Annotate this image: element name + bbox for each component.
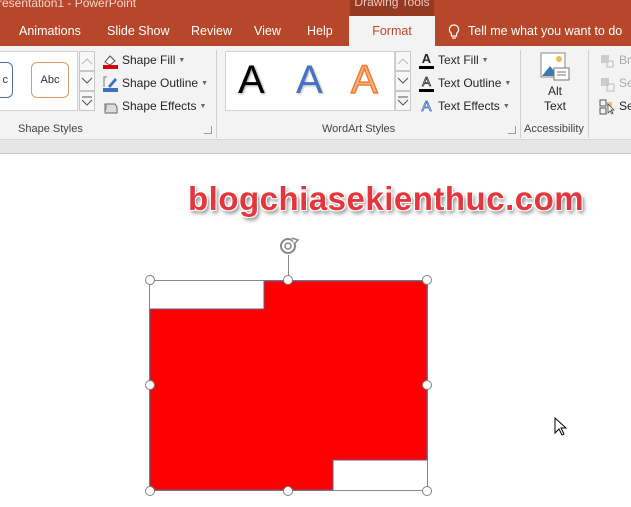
resize-handle-bottom-right[interactable] bbox=[422, 486, 432, 496]
resize-handle-bottom[interactable] bbox=[283, 486, 293, 496]
resize-handle-top-left[interactable] bbox=[145, 275, 155, 285]
mouse-cursor-icon bbox=[554, 417, 568, 436]
selected-shape[interactable] bbox=[0, 0, 631, 507]
resize-handle-left[interactable] bbox=[145, 380, 155, 390]
resize-handle-top[interactable] bbox=[283, 275, 293, 285]
resize-handle-bottom-left[interactable] bbox=[145, 486, 155, 496]
rotate-handle-icon[interactable] bbox=[280, 237, 300, 254]
resize-handle-right[interactable] bbox=[422, 380, 432, 390]
resize-handle-top-right[interactable] bbox=[422, 275, 432, 285]
red-freeform-shape[interactable] bbox=[149, 280, 428, 491]
